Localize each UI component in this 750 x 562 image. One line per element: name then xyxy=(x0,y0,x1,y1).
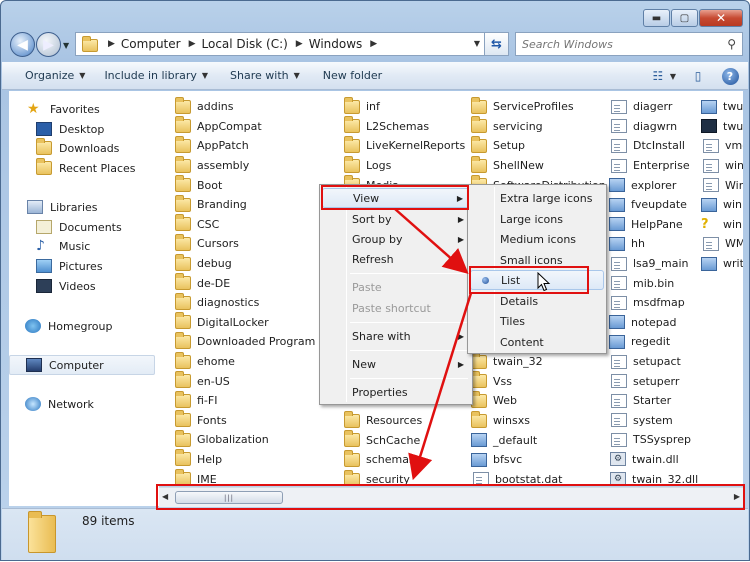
explorer-window: ▬ ▢ ✕ ◀ ▶ ▼ ▶ Computer ▶ Local Disk (C:)… xyxy=(0,0,750,561)
mouse-cursor-icon xyxy=(537,272,551,292)
annotation-arrows xyxy=(394,208,473,481)
annotation-arrow-to-list xyxy=(394,208,469,274)
annotation-arrow-to-scrollbar xyxy=(408,292,473,481)
